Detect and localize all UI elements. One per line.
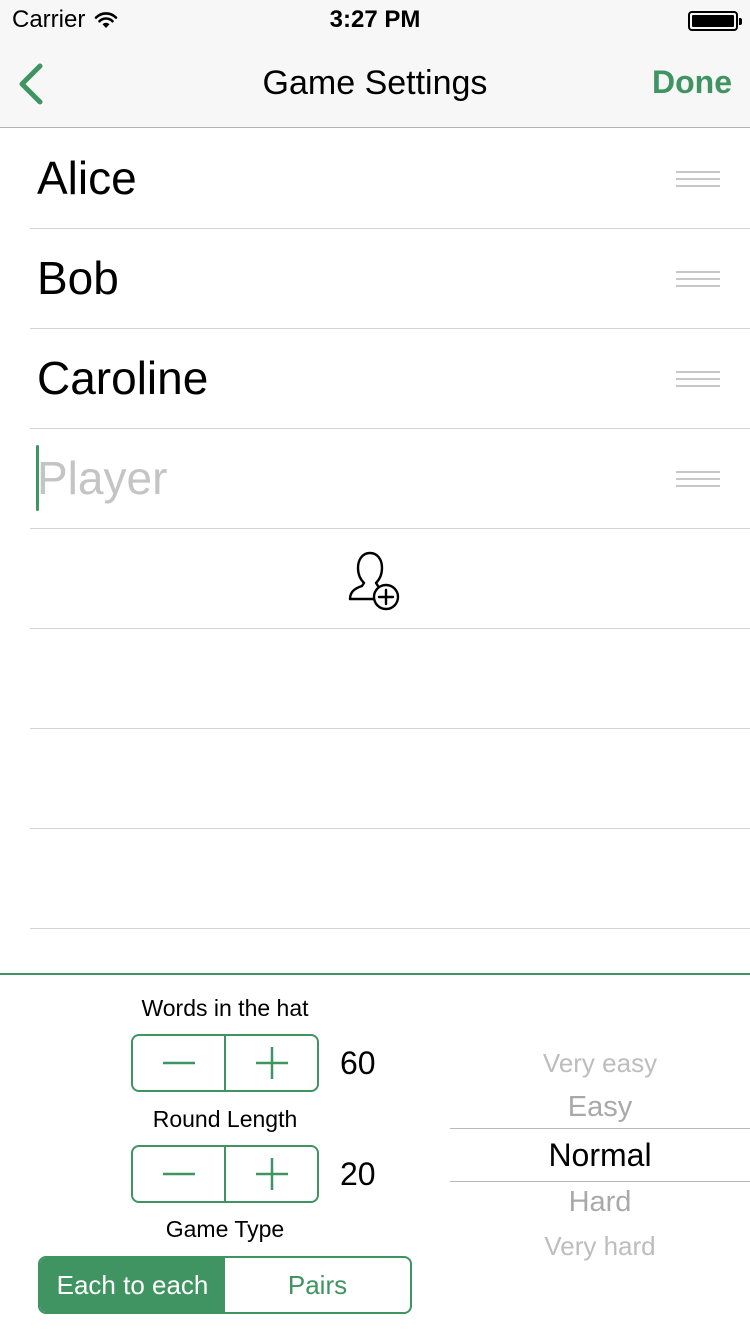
player-name[interactable]: Caroline [37, 351, 208, 405]
words-stepper [131, 1034, 319, 1092]
difficulty-picker[interactable]: Very easy Easy Normal Hard Very hard [450, 1035, 750, 1265]
segment-each-to-each[interactable]: Each to each [40, 1258, 225, 1312]
round-length-stepper [131, 1145, 319, 1203]
segment-pairs[interactable]: Pairs [225, 1258, 410, 1312]
minus-icon [162, 1172, 195, 1176]
reorder-handle-icon[interactable] [676, 171, 720, 187]
reorder-handle-icon[interactable] [676, 471, 720, 487]
reorder-handle-icon[interactable] [676, 371, 720, 387]
round-decrement-button[interactable] [133, 1147, 224, 1201]
new-player-row[interactable]: Player [30, 429, 750, 529]
plus-icon [255, 1047, 288, 1079]
words-label: Words in the hat [141, 995, 309, 1021]
empty-row [30, 729, 750, 829]
picker-option[interactable]: Very easy [450, 1048, 750, 1079]
done-button[interactable]: Done [652, 64, 732, 101]
status-time: 3:27 PM [329, 6, 421, 33]
empty-row [30, 829, 750, 929]
player-row[interactable]: Alice [30, 129, 750, 229]
minus-icon [162, 1061, 195, 1065]
reorder-handle-icon[interactable] [676, 271, 720, 287]
battery-icon [688, 11, 742, 31]
page-title: Game Settings [262, 64, 488, 102]
new-player-input[interactable]: Player [37, 451, 167, 505]
player-name[interactable]: Bob [37, 251, 119, 305]
player-name[interactable]: Alice [37, 151, 137, 205]
round-length-value: 20 [340, 1156, 376, 1192]
navigation-bar: Game Settings Done [0, 40, 750, 128]
words-value: 60 [340, 1045, 376, 1081]
round-increment-button[interactable] [224, 1147, 317, 1201]
picker-option[interactable]: Very hard [450, 1231, 750, 1262]
player-row[interactable]: Bob [30, 229, 750, 329]
add-player-row [30, 529, 750, 629]
add-player-button[interactable] [340, 547, 410, 611]
round-length-label: Round Length [152, 1106, 298, 1132]
game-settings-panel: Words in the hat 60 Round Length 20 Game… [0, 973, 750, 1334]
picker-option[interactable]: Hard [450, 1186, 750, 1219]
player-row[interactable]: Caroline [30, 329, 750, 429]
picker-option[interactable]: Easy [450, 1091, 750, 1124]
game-type-control: Each to each Pairs [38, 1256, 412, 1314]
status-bar: Carrier 3:27 PM [0, 0, 750, 40]
picker-selection-line [450, 1128, 750, 1129]
empty-row [30, 629, 750, 729]
plus-icon [255, 1158, 288, 1190]
picker-selection-line [450, 1181, 750, 1182]
player-list: Alice Bob Caroline Player [0, 129, 750, 929]
words-decrement-button[interactable] [133, 1036, 224, 1090]
add-user-icon [348, 551, 400, 611]
game-type-label: Game Type [165, 1216, 285, 1242]
picker-option-selected[interactable]: Normal [450, 1137, 750, 1174]
words-increment-button[interactable] [224, 1036, 317, 1090]
